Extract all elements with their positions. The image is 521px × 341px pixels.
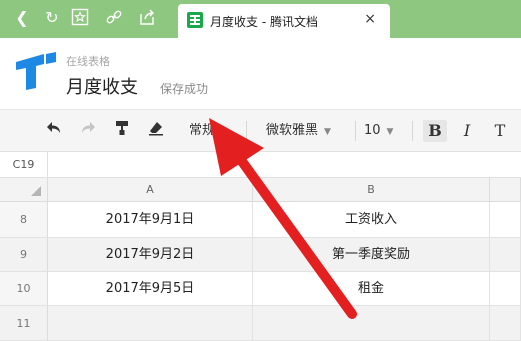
- link-icon[interactable]: [104, 8, 124, 28]
- column-header-a[interactable]: A: [48, 178, 253, 202]
- tab-close-icon[interactable]: ×: [364, 11, 376, 27]
- table-cell[interactable]: 工资收入: [253, 202, 490, 238]
- chevron-down-icon: ▼: [386, 127, 394, 137]
- format-toolbar: 常规 微软雅黑 ▼ 10 ▼ B I T: [0, 110, 521, 152]
- clear-format-icon[interactable]: [146, 120, 166, 142]
- italic-button[interactable]: I: [457, 120, 477, 142]
- table-cell[interactable]: 2017年9月1日: [48, 202, 253, 238]
- product-name: 在线表格: [66, 55, 110, 68]
- table-cell[interactable]: [490, 306, 521, 341]
- table-cell[interactable]: [48, 306, 253, 341]
- font-size-value: 10: [364, 123, 381, 138]
- column-header-b[interactable]: B: [253, 178, 490, 202]
- refresh-icon[interactable]: ↻: [42, 8, 62, 28]
- document-title[interactable]: 月度收支: [66, 73, 138, 99]
- table-cell[interactable]: [490, 202, 521, 238]
- browser-tab-active[interactable]: 月度收支 - 腾讯文档 ×: [178, 4, 390, 38]
- table-cell[interactable]: 第一季度奖励: [253, 238, 490, 272]
- app-header: 在线表格 月度收支 保存成功: [0, 38, 521, 110]
- spreadsheet-grid: A B 8 2017年9月1日 工资收入 9 2017年9月2日 第一季度奖励 …: [0, 178, 521, 341]
- share-icon[interactable]: [137, 8, 157, 28]
- number-format-dropdown[interactable]: 常规: [182, 120, 222, 142]
- chevron-down-icon: ▼: [324, 127, 331, 137]
- font-family-value: 微软雅黑: [266, 123, 319, 138]
- table-cell[interactable]: [490, 238, 521, 272]
- font-size-dropdown[interactable]: 10 ▼: [364, 120, 408, 142]
- toolbar-divider: [412, 121, 413, 141]
- row-header[interactable]: 10: [0, 272, 48, 306]
- toolbar-divider: [355, 121, 356, 141]
- column-header-c[interactable]: [490, 178, 521, 202]
- back-icon[interactable]: ❮: [12, 8, 32, 28]
- favorite-icon[interactable]: [70, 8, 90, 28]
- undo-icon[interactable]: [44, 120, 64, 142]
- formula-bar: C19: [0, 152, 521, 178]
- row-header[interactable]: 8: [0, 202, 48, 238]
- select-all-corner[interactable]: [0, 178, 48, 202]
- row-header[interactable]: 9: [0, 238, 48, 272]
- tab-title: 月度收支 - 腾讯文档: [210, 15, 318, 29]
- strikethrough-button[interactable]: T: [490, 120, 510, 142]
- tencent-docs-logo-icon[interactable]: [14, 52, 58, 92]
- table-cell[interactable]: [490, 272, 521, 306]
- sheet-favicon-icon: [187, 12, 203, 28]
- cell-reference[interactable]: C19: [0, 152, 48, 178]
- table-cell[interactable]: 2017年9月2日: [48, 238, 253, 272]
- browser-tab-bar: ❮ ↻ 月度收支 - 腾讯文档 ×: [0, 0, 521, 38]
- font-family-dropdown[interactable]: 微软雅黑 ▼: [266, 120, 350, 142]
- redo-icon[interactable]: [78, 120, 98, 142]
- toolbar-divider: [246, 121, 247, 141]
- row-header[interactable]: 11: [0, 306, 48, 341]
- format-painter-icon[interactable]: [112, 120, 132, 142]
- bold-button[interactable]: B: [423, 120, 447, 142]
- table-cell[interactable]: [253, 306, 490, 341]
- save-status: 保存成功: [160, 82, 209, 96]
- table-cell[interactable]: 租金: [253, 272, 490, 306]
- table-cell[interactable]: 2017年9月5日: [48, 272, 253, 306]
